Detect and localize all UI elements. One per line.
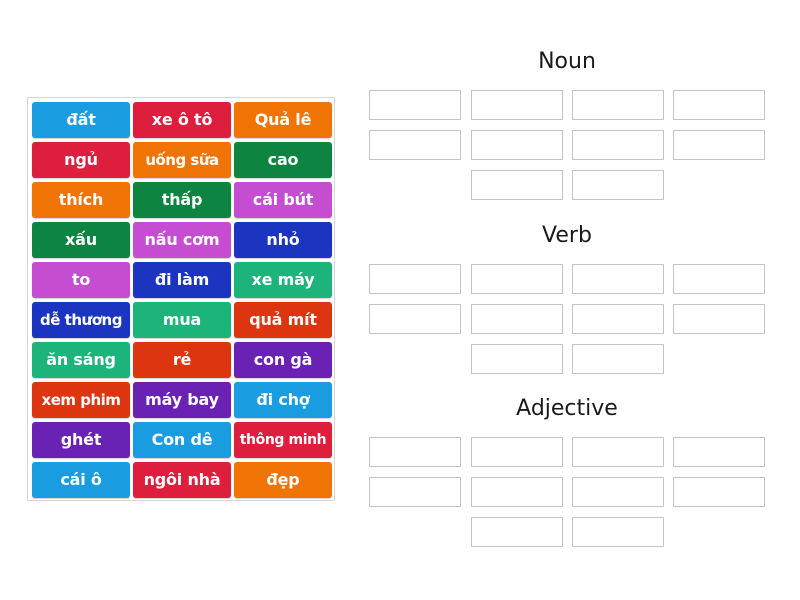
word-tile[interactable]: cao xyxy=(234,142,332,178)
word-tile[interactable]: thông minh xyxy=(234,422,332,458)
word-tile[interactable]: cái bút xyxy=(234,182,332,218)
drop-slot[interactable] xyxy=(572,170,664,200)
group-sort-activity: đất xe ô tô Quả lê ngủ uống sữa cao thíc… xyxy=(0,0,800,600)
word-tile[interactable]: nấu cơm xyxy=(133,222,231,258)
word-tile[interactable]: nhỏ xyxy=(234,222,332,258)
word-tile[interactable]: uống sữa xyxy=(133,142,231,178)
drop-slot[interactable] xyxy=(369,477,461,507)
drop-slot[interactable] xyxy=(471,437,563,467)
word-tile[interactable]: đi chợ xyxy=(234,382,332,418)
word-tile[interactable]: đẹp xyxy=(234,462,332,498)
drop-slot[interactable] xyxy=(471,344,563,374)
word-tile[interactable]: con gà xyxy=(234,342,332,378)
drop-slot[interactable] xyxy=(673,477,765,507)
word-tile[interactable]: ăn sáng xyxy=(32,342,130,378)
drop-slot[interactable] xyxy=(572,477,664,507)
word-tile[interactable]: rẻ xyxy=(133,342,231,378)
word-tile[interactable]: xe máy xyxy=(234,262,332,298)
word-tile[interactable]: ngôi nhà xyxy=(133,462,231,498)
drop-slot[interactable] xyxy=(572,304,664,334)
group-heading-adjective: Adjective xyxy=(516,396,618,421)
word-tile[interactable]: máy bay xyxy=(133,382,231,418)
word-tile[interactable]: xem phim xyxy=(32,382,130,418)
drop-slot[interactable] xyxy=(673,437,765,467)
word-tile[interactable]: thấp xyxy=(133,182,231,218)
drop-slot[interactable] xyxy=(369,437,461,467)
drop-slot[interactable] xyxy=(471,304,563,334)
drop-slot[interactable] xyxy=(471,477,563,507)
drop-slot[interactable] xyxy=(369,264,461,294)
word-tile-bank: đất xe ô tô Quả lê ngủ uống sữa cao thíc… xyxy=(27,97,335,501)
drop-slot[interactable] xyxy=(673,90,765,120)
word-tile[interactable]: cái ô xyxy=(32,462,130,498)
drop-slot[interactable] xyxy=(369,90,461,120)
drop-slot[interactable] xyxy=(572,264,664,294)
word-tile[interactable]: mua xyxy=(133,302,231,338)
drop-slot[interactable] xyxy=(673,264,765,294)
group-heading-verb: Verb xyxy=(542,223,592,248)
drop-slot[interactable] xyxy=(572,437,664,467)
word-tile[interactable]: dễ thương xyxy=(32,302,130,338)
drop-slot[interactable] xyxy=(471,517,563,547)
drop-slot[interactable] xyxy=(369,304,461,334)
word-tile[interactable]: ngủ xyxy=(32,142,130,178)
drop-slot[interactable] xyxy=(572,130,664,160)
word-tile[interactable]: đất xyxy=(32,102,130,138)
word-tile[interactable]: ghét xyxy=(32,422,130,458)
drop-slot[interactable] xyxy=(369,130,461,160)
drop-slot[interactable] xyxy=(572,344,664,374)
word-tile[interactable]: đi làm xyxy=(133,262,231,298)
word-tile[interactable]: xấu xyxy=(32,222,130,258)
drop-slot[interactable] xyxy=(471,130,563,160)
word-tile[interactable]: quả mít xyxy=(234,302,332,338)
word-tile[interactable]: thích xyxy=(32,182,130,218)
drop-slot[interactable] xyxy=(673,130,765,160)
drop-slot[interactable] xyxy=(471,90,563,120)
drop-slot[interactable] xyxy=(673,304,765,334)
word-tile[interactable]: Quả lê xyxy=(234,102,332,138)
word-tile[interactable]: to xyxy=(32,262,130,298)
word-tile[interactable]: Con dê xyxy=(133,422,231,458)
drop-slot[interactable] xyxy=(471,170,563,200)
word-tile[interactable]: xe ô tô xyxy=(133,102,231,138)
group-heading-noun: Noun xyxy=(538,49,596,74)
drop-slot[interactable] xyxy=(572,517,664,547)
drop-slot[interactable] xyxy=(471,264,563,294)
drop-slot[interactable] xyxy=(572,90,664,120)
